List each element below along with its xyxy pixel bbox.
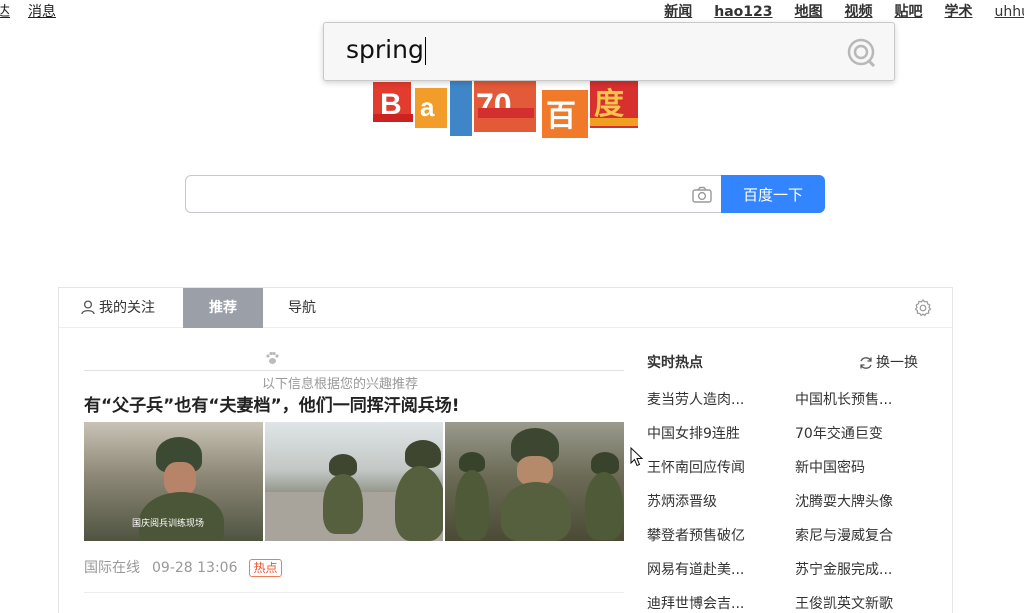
hot-item[interactable]: 攀登者预售破亿: [647, 525, 745, 545]
news-image[interactable]: [264, 422, 444, 541]
tab-my-follow[interactable]: 我的关注: [81, 288, 155, 328]
top-link-xueshu[interactable]: 学术: [945, 4, 973, 20]
hot-item[interactable]: 王怀南回应传闻: [647, 457, 745, 477]
svg-text:a: a: [420, 92, 435, 122]
top-link-map[interactable]: 地图: [795, 4, 823, 20]
hot-item[interactable]: 苏宁金服完成...: [795, 559, 892, 579]
hot-item[interactable]: 麦当劳人造肉...: [647, 389, 744, 409]
hot-item[interactable]: 中国女排9连胜: [647, 423, 740, 443]
divider: [84, 592, 624, 593]
mouse-cursor-icon: [630, 447, 644, 467]
news-source: 国际在线: [84, 560, 140, 576]
search-input[interactable]: [185, 175, 722, 213]
hot-item[interactable]: 迪拜世博会吉...: [647, 593, 744, 613]
news-headline[interactable]: 有“父子兵”也有“夫妻档”，他们一同挥汗阅兵场!: [84, 391, 459, 416]
news-image[interactable]: [445, 422, 625, 541]
top-link-news[interactable]: 新闻: [664, 4, 692, 20]
svg-text:度: 度: [594, 87, 624, 122]
top-nav-right: 新闻 hao123 地图 视频 贴吧 学术 uhhu: [642, 1, 1024, 21]
interest-hint: 以下信息根据您的兴趣推荐: [260, 373, 421, 392]
top-link-video[interactable]: 视频: [845, 4, 873, 20]
camera-icon[interactable]: [692, 186, 712, 204]
hot-item[interactable]: 苏炳添晋级: [647, 491, 717, 511]
paw-icon: [266, 351, 279, 364]
popup-text[interactable]: spring: [346, 35, 426, 65]
divider: [84, 370, 624, 371]
svg-text:百: 百: [546, 99, 576, 134]
voice-search-icon[interactable]: [846, 37, 876, 67]
top-link-user[interactable]: uhhu: [995, 4, 1024, 20]
hot-item[interactable]: 索尼与漫威复合: [795, 525, 893, 545]
news-image[interactable]: 国庆阅兵训练现场: [84, 422, 263, 541]
feed-card: 我的关注 推荐 导航 以下信息根据您的兴趣推荐 有“父子兵”也有“夫妻档”，他们…: [58, 287, 953, 613]
hot-list-title: 实时热点: [647, 355, 703, 371]
gear-icon[interactable]: [914, 299, 932, 317]
top-nav-left: 达 消息: [0, 1, 74, 21]
hot-item[interactable]: 中国机长预售...: [795, 389, 892, 409]
refresh-button[interactable]: 换一换: [859, 352, 918, 372]
user-icon: [81, 300, 95, 315]
hot-item[interactable]: 新中国密码: [795, 457, 865, 477]
hot-item[interactable]: 沈腾耍大牌头像: [795, 491, 893, 511]
refresh-icon: [860, 357, 872, 369]
news-meta: 国际在线 09-28 13:06 热点: [84, 557, 294, 577]
top-link-partial[interactable]: 达: [0, 4, 10, 20]
tab-recommend[interactable]: 推荐: [183, 288, 263, 328]
hot-item[interactable]: 70年交通巨变: [795, 423, 883, 443]
feed-tabs: 我的关注 推荐 导航: [59, 288, 952, 328]
hot-item[interactable]: 王俊凯英文新歌: [795, 593, 893, 613]
news-images[interactable]: 国庆阅兵训练现场: [84, 422, 625, 541]
tab-navigation[interactable]: 导航: [288, 288, 316, 328]
search-suggestion-popup[interactable]: spring: [323, 22, 895, 81]
hot-item[interactable]: 网易有道赴美...: [647, 559, 744, 579]
search-button[interactable]: 百度一下: [721, 175, 825, 213]
top-link-messages[interactable]: 消息: [28, 4, 56, 20]
news-time: 09-28 13:06: [152, 560, 238, 576]
text-caret: [424, 37, 426, 65]
image-caption: 国庆阅兵训练现场: [132, 519, 205, 529]
hot-badge: 热点: [249, 559, 282, 577]
top-link-hao123[interactable]: hao123: [714, 4, 772, 20]
top-link-tieba[interactable]: 贴吧: [895, 4, 923, 20]
